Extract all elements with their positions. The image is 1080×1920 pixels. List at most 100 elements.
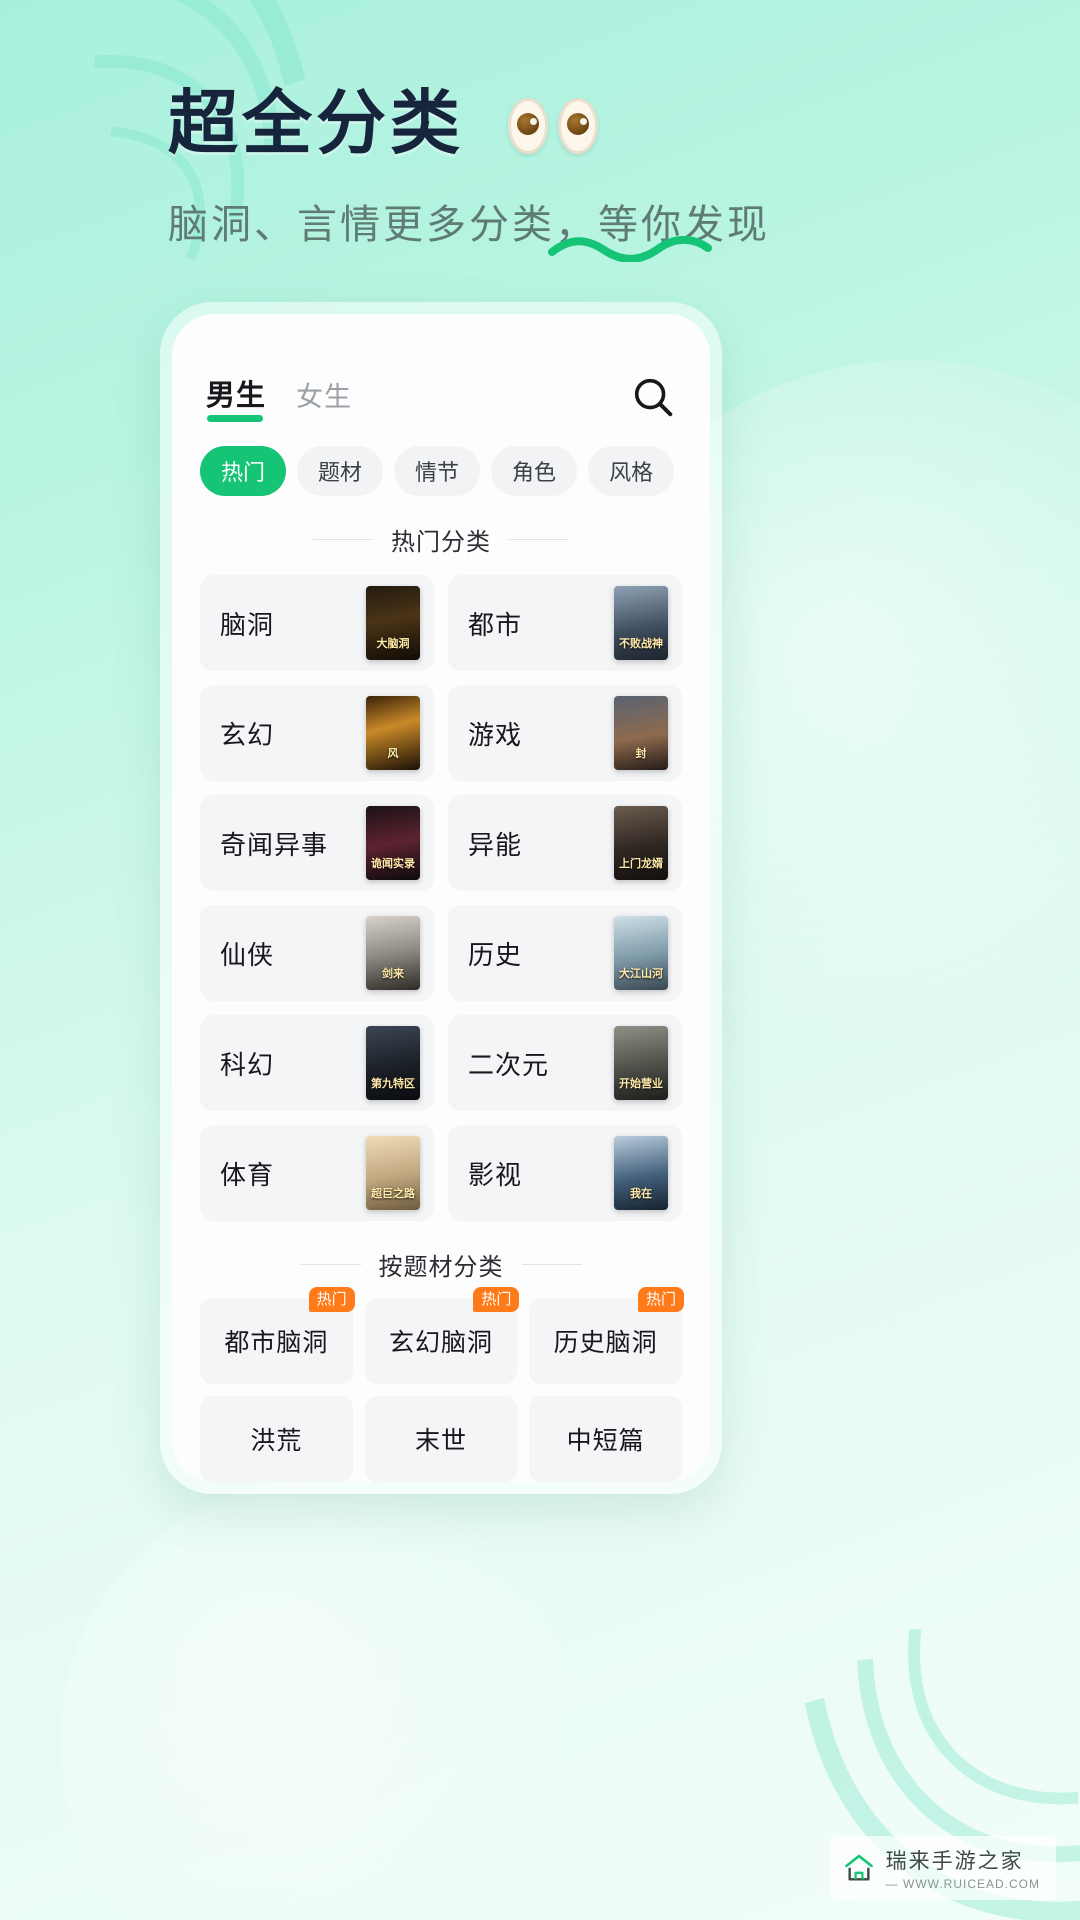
category-label: 二次元 (468, 1049, 550, 1080)
tab-female[interactable]: 女生 (296, 375, 352, 422)
cover-title: 诡闻实录 (371, 858, 415, 871)
leaf-stroke (670, 1080, 1080, 1920)
chip-hot[interactable]: 热门 (200, 446, 287, 496)
house-icon (844, 1854, 873, 1881)
category-label: 游戏 (468, 719, 523, 750)
cover-title: 上门龙婿 (619, 858, 663, 871)
app-top-bar: 男生 女生 (172, 314, 710, 422)
category-card-erciyuan[interactable]: 二次元 开始营业 (448, 1015, 682, 1111)
page-title: 超全分类 (168, 84, 464, 162)
tag-label: 历史脑洞 (553, 1329, 658, 1357)
category-card-lishi[interactable]: 历史 大江山河 (448, 905, 682, 1001)
book-cover: 第九特区 (366, 1026, 420, 1100)
theme-tag-grid: 都市脑洞 热门 玄幻脑洞 热门 历史脑洞 热门 洪荒 末世 中短篇 (172, 1282, 710, 1482)
category-card-qiwenyishi[interactable]: 奇闻异事 诡闻实录 (200, 795, 434, 891)
hot-badge: 热门 (473, 1287, 520, 1312)
chip-plot[interactable]: 情节 (394, 446, 481, 496)
book-cover: 上门龙婿 (614, 806, 668, 880)
hot-category-grid: 脑洞 大脑洞 都市 不败战神 玄幻 风 游戏 封 奇闻异事 诡闻实录 异能 上门… (172, 557, 710, 1221)
cover-title: 大脑洞 (376, 638, 410, 651)
category-card-kehuan[interactable]: 科幻 第九特区 (200, 1015, 434, 1111)
category-card-tiyu[interactable]: 体育 超巨之路 (200, 1125, 434, 1221)
category-card-yingshi[interactable]: 影视 我在 (448, 1125, 682, 1221)
hot-badge: 热门 (308, 1287, 355, 1312)
category-label: 体育 (220, 1159, 275, 1190)
search-icon[interactable] (630, 374, 676, 420)
chip-style[interactable]: 风格 (588, 446, 675, 496)
cover-title: 剑来 (382, 968, 404, 981)
tag-label: 末世 (414, 1427, 467, 1455)
tag-card-lishinaodong[interactable]: 历史脑洞 热门 (529, 1287, 684, 1384)
phone-mockup: 男生 女生 热门 题材 情节 角色 风格 热门分类 脑洞 大脑洞 都市 不败战神… (160, 302, 722, 1494)
book-cover: 诡闻实录 (366, 806, 420, 880)
tag-card-moshi[interactable]: 末世 (364, 1396, 518, 1482)
watermark-url: — WWW.RUICEAD.COM (885, 1877, 1040, 1891)
category-label: 影视 (468, 1159, 523, 1190)
tab-male-label: 男生 (206, 380, 267, 412)
book-cover: 封 (614, 696, 668, 770)
category-card-yineng[interactable]: 异能 上门龙婿 (448, 795, 682, 891)
tag-card-xuanhuannaodong[interactable]: 玄幻脑洞 热门 (364, 1287, 520, 1384)
hero-title-row: 超全分类 (168, 88, 598, 158)
cover-title: 大江山河 (619, 968, 663, 981)
app-screen: 男生 女生 热门 题材 情节 角色 风格 热门分类 脑洞 大脑洞 都市 不败战神… (172, 314, 710, 1482)
theme-section-title: 按题材分类 (378, 1254, 504, 1281)
hot-section-header: 热门分类 (172, 522, 710, 557)
watermark-title: 瑞来手游之家 (885, 1850, 1024, 1873)
category-label: 都市 (468, 609, 523, 640)
book-cover: 开始营业 (614, 1026, 668, 1100)
tag-label: 洪荒 (250, 1427, 303, 1455)
category-label: 奇闻异事 (220, 829, 329, 860)
book-cover: 大脑洞 (366, 586, 420, 660)
chip-role[interactable]: 角色 (491, 446, 578, 496)
tag-label: 玄幻脑洞 (388, 1329, 493, 1357)
cover-title: 第九特区 (371, 1078, 415, 1091)
category-label: 异能 (468, 829, 523, 860)
cover-title: 封 (635, 748, 647, 761)
cover-title: 超巨之路 (371, 1188, 415, 1201)
tag-label: 都市脑洞 (224, 1329, 329, 1357)
book-cover: 超巨之路 (366, 1136, 420, 1210)
theme-section-header: 按题材分类 (172, 1247, 710, 1282)
tag-card-dushinaodong[interactable]: 都市脑洞 热门 (200, 1287, 355, 1384)
tag-card-honghuang[interactable]: 洪荒 (200, 1396, 353, 1482)
watermark: 瑞来手游之家 — WWW.RUICEAD.COM (829, 1836, 1056, 1900)
leaf-stroke (819, 1266, 1080, 1894)
tab-active-underline (207, 415, 263, 422)
light-blob (60, 1480, 580, 1920)
eyes-emoji-icon (508, 98, 598, 154)
cover-title: 不败战神 (619, 638, 663, 651)
book-cover: 不败战神 (614, 586, 668, 660)
gender-tabs: 男生 女生 (206, 372, 352, 422)
filter-chips: 热门 题材 情节 角色 风格 (172, 422, 710, 496)
squiggle-underline-icon (548, 236, 712, 262)
book-cover: 大江山河 (614, 916, 668, 990)
divider-right (509, 539, 569, 540)
divider-left (313, 539, 373, 540)
category-card-dushi[interactable]: 都市 不败战神 (448, 575, 682, 671)
hot-section-title: 热门分类 (391, 529, 491, 556)
tag-card-zhongduanpian[interactable]: 中短篇 (529, 1396, 682, 1482)
tag-label: 中短篇 (566, 1427, 645, 1455)
category-card-xuanhuan[interactable]: 玄幻 风 (200, 685, 434, 781)
cover-title: 我在 (630, 1188, 652, 1201)
book-cover: 我在 (614, 1136, 668, 1210)
category-label: 仙侠 (220, 939, 275, 970)
category-label: 科幻 (220, 1049, 275, 1080)
book-cover: 剑来 (366, 916, 420, 990)
cover-title: 风 (387, 748, 399, 761)
divider-left (300, 1264, 361, 1265)
book-cover: 风 (366, 696, 420, 770)
category-label: 历史 (468, 939, 523, 970)
category-card-xianxia[interactable]: 仙侠 剑来 (200, 905, 434, 1001)
category-label: 玄幻 (220, 719, 275, 750)
divider-right (521, 1264, 582, 1265)
category-label: 脑洞 (220, 609, 275, 640)
category-card-youxi[interactable]: 游戏 封 (448, 685, 682, 781)
tab-male[interactable]: 男生 (206, 372, 266, 422)
category-card-naodong[interactable]: 脑洞 大脑洞 (200, 575, 434, 671)
hot-badge: 热门 (637, 1287, 684, 1312)
tab-female-label: 女生 (296, 382, 353, 412)
cover-title: 开始营业 (619, 1078, 663, 1091)
chip-theme[interactable]: 题材 (297, 446, 384, 496)
